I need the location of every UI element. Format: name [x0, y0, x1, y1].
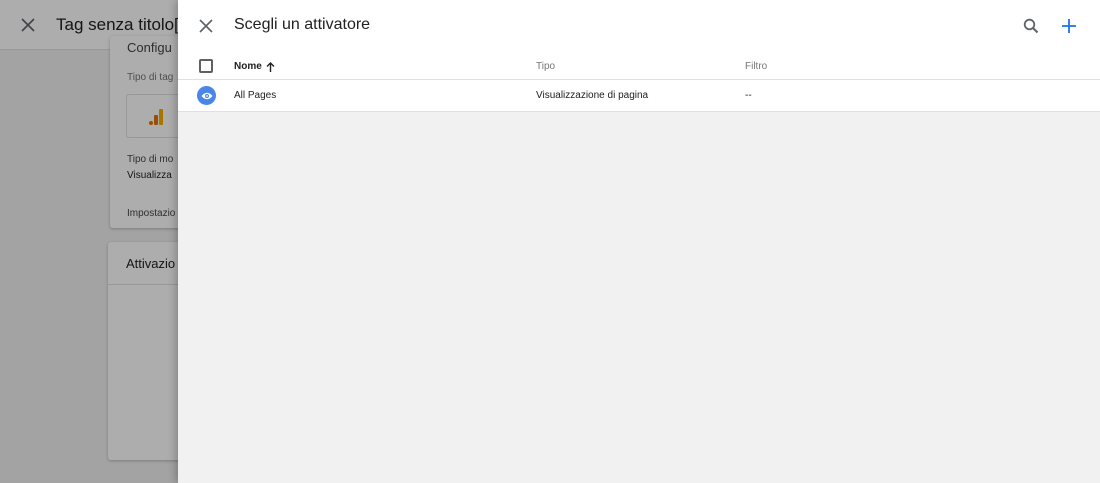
arrow-up-icon [266, 61, 275, 72]
column-header-name-label: Nome [234, 61, 262, 72]
trigger-filter: -- [745, 90, 752, 101]
column-header-name[interactable]: Nome [234, 61, 275, 72]
table-row[interactable]: All Pages Visualizzazione di pagina -- [178, 80, 1100, 112]
search-button[interactable] [1021, 16, 1041, 36]
add-trigger-button[interactable] [1059, 16, 1079, 36]
panel-title: Scegli un attivatore [234, 16, 371, 33]
trigger-table: Nome Tipo Filtro All Pages Visualizzazio… [178, 52, 1100, 112]
close-icon [199, 19, 213, 33]
search-icon [1023, 18, 1039, 34]
select-all-checkbox[interactable] [199, 59, 213, 73]
choose-trigger-panel: Scegli un attivatore Nome Tipo Filtro Al… [178, 0, 1100, 483]
trigger-type: Visualizzazione di pagina [536, 90, 649, 101]
trigger-name: All Pages [234, 90, 277, 101]
column-header-type[interactable]: Tipo [536, 61, 555, 72]
table-header: Nome Tipo Filtro [178, 52, 1100, 80]
add-icon [1062, 19, 1076, 33]
close-button[interactable] [196, 16, 216, 36]
panel-header: Scegli un attivatore [178, 0, 1100, 52]
eye-icon [197, 86, 216, 105]
column-header-filter[interactable]: Filtro [745, 61, 767, 72]
